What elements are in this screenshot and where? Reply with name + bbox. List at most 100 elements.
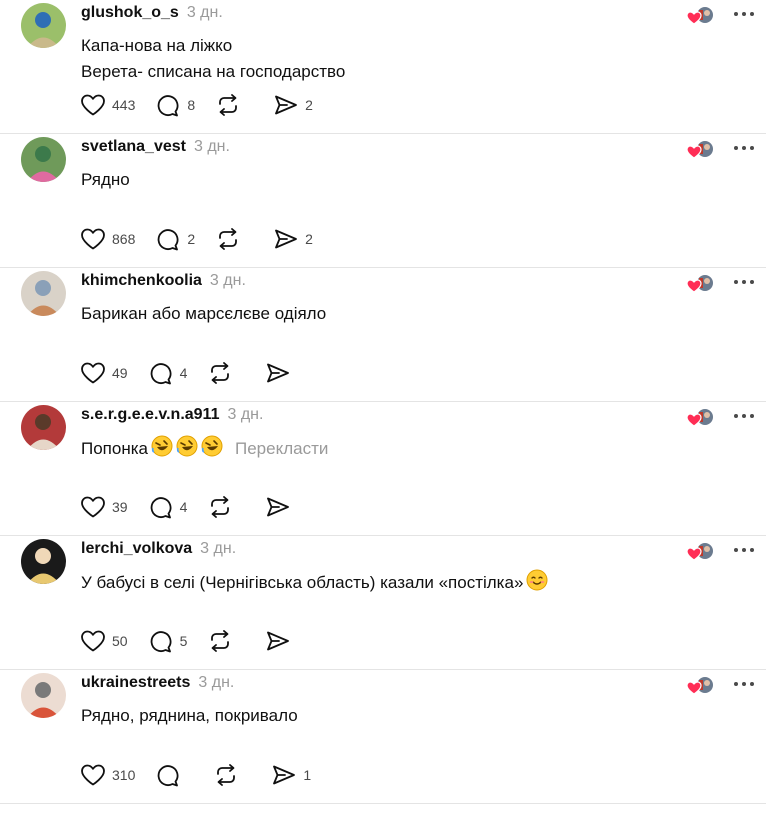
reply-button[interactable] bbox=[155, 763, 181, 787]
share-count: 2 bbox=[305, 231, 313, 247]
comment-post: glushok_o_s 3 дн. Капа-нова на ліжко Вере… bbox=[0, 0, 766, 134]
post-header: ukrainestreets 3 дн. bbox=[81, 674, 234, 692]
share-button[interactable] bbox=[265, 629, 291, 653]
share-button[interactable]: 1 bbox=[271, 763, 311, 787]
smiling-blush-emoji bbox=[526, 569, 548, 591]
comment-line-text: Рядно, ряднина, покривало bbox=[81, 706, 298, 725]
more-options-icon[interactable] bbox=[732, 140, 756, 156]
comment-line: Капа-нова на ліжко bbox=[81, 33, 345, 59]
share-button[interactable]: 2 bbox=[273, 227, 313, 251]
more-options-icon[interactable] bbox=[732, 274, 756, 290]
heart-icon bbox=[81, 764, 105, 786]
post-header: s.e.r.g.e.e.v.n.a911 3 дн. bbox=[81, 406, 263, 424]
heart-icon bbox=[81, 94, 105, 116]
more-options-icon[interactable] bbox=[732, 408, 756, 424]
heart-icon bbox=[81, 228, 105, 250]
translate-link[interactable]: Перекласти bbox=[235, 439, 328, 458]
username[interactable]: khimchenkoolia bbox=[81, 272, 202, 290]
more-options-icon[interactable] bbox=[732, 6, 756, 22]
reply-count: 5 bbox=[179, 633, 188, 649]
reply-count: 8 bbox=[187, 97, 196, 113]
share-button[interactable]: 2 bbox=[273, 93, 313, 117]
reply-button[interactable]: 4 bbox=[148, 361, 187, 385]
comment-post: svetlana_vest 3 дн. Рядно 868 2 2 bbox=[0, 134, 766, 268]
liked-by-author-badge bbox=[686, 408, 714, 428]
like-button[interactable]: 868 bbox=[80, 227, 135, 251]
post-header: glushok_o_s 3 дн. bbox=[81, 4, 223, 22]
comment-line-text: Верета- списана на господарство bbox=[81, 62, 346, 81]
comment-bubble-icon bbox=[150, 497, 171, 519]
comment-post: lerchi_volkova 3 дн. У бабусі в селі (Че… bbox=[0, 536, 766, 670]
username[interactable]: ukrainestreets bbox=[81, 674, 190, 692]
repost-icon bbox=[219, 94, 238, 116]
comment-feed: glushok_o_s 3 дн. Капа-нова на ліжко Вере… bbox=[0, 0, 766, 804]
comment-bubble-icon bbox=[150, 363, 171, 385]
avatar[interactable] bbox=[21, 539, 66, 584]
comment-line-text: Барикан або марсєлєве одіяло bbox=[81, 304, 327, 323]
repost-icon bbox=[211, 630, 230, 652]
repost-button[interactable] bbox=[207, 495, 233, 519]
like-count: 443 bbox=[112, 97, 136, 113]
like-count: 49 bbox=[112, 365, 128, 381]
timestamp: 3 дн. bbox=[200, 540, 237, 557]
comment-line-text: У бабусі в селі (Чернігівська область) к… bbox=[81, 573, 524, 592]
share-button[interactable] bbox=[265, 495, 291, 519]
comment-text: Барикан або марсєлєве одіяло bbox=[81, 301, 326, 327]
like-button[interactable]: 443 bbox=[80, 93, 135, 117]
comment-bubble-icon bbox=[158, 765, 179, 787]
action-bar: 868 2 2 bbox=[80, 226, 333, 252]
username[interactable]: svetlana_vest bbox=[81, 138, 186, 156]
liked-by-author-badge bbox=[686, 542, 714, 562]
username[interactable]: lerchi_volkova bbox=[81, 540, 192, 558]
comment-bubble-icon bbox=[158, 95, 179, 117]
comment-line: Попонка Перекласти bbox=[81, 435, 328, 462]
repost-button[interactable] bbox=[215, 227, 241, 251]
repost-icon bbox=[219, 228, 238, 250]
repost-button[interactable] bbox=[215, 93, 241, 117]
repost-icon bbox=[217, 764, 236, 786]
avatar[interactable] bbox=[21, 271, 66, 316]
timestamp: 3 дн. bbox=[209, 272, 246, 289]
reply-button[interactable]: 8 bbox=[155, 93, 195, 117]
avatar[interactable] bbox=[21, 673, 66, 718]
liked-by-author-badge bbox=[686, 274, 714, 294]
comment-bubble-icon bbox=[150, 631, 171, 653]
heart-icon bbox=[81, 362, 105, 384]
comment-line-text: Попонка bbox=[81, 439, 148, 458]
comment-text: Капа-нова на ліжко Верета- списана на гос… bbox=[81, 33, 345, 85]
more-options-icon[interactable] bbox=[732, 542, 756, 558]
comment-line: Барикан або марсєлєве одіяло bbox=[81, 301, 326, 327]
reply-button[interactable]: 5 bbox=[148, 629, 188, 653]
like-button[interactable]: 50 bbox=[80, 629, 128, 653]
username[interactable]: glushok_o_s bbox=[81, 4, 179, 22]
comment-bubble-icon bbox=[158, 229, 179, 251]
repost-button[interactable] bbox=[213, 763, 239, 787]
rofl-emoji bbox=[176, 435, 198, 457]
send-icon bbox=[267, 497, 290, 517]
reply-button[interactable]: 2 bbox=[155, 227, 195, 251]
timestamp: 3 дн. bbox=[193, 138, 230, 155]
liked-by-author-badge bbox=[686, 140, 714, 160]
avatar[interactable] bbox=[21, 137, 66, 182]
repost-icon bbox=[211, 362, 230, 384]
more-options-icon[interactable] bbox=[732, 676, 756, 692]
repost-button[interactable] bbox=[207, 361, 233, 385]
liked-by-author-badge bbox=[686, 6, 714, 26]
avatar[interactable] bbox=[21, 405, 66, 450]
like-button[interactable]: 39 bbox=[80, 495, 128, 519]
comment-text: У бабусі в селі (Чернігівська область) к… bbox=[81, 569, 548, 596]
avatar[interactable] bbox=[21, 3, 66, 48]
repost-button[interactable] bbox=[207, 629, 233, 653]
share-button[interactable] bbox=[265, 361, 291, 385]
send-icon bbox=[275, 229, 298, 249]
action-bar: 443 8 2 bbox=[80, 92, 333, 118]
like-button[interactable]: 49 bbox=[80, 361, 128, 385]
reply-count: 2 bbox=[187, 231, 196, 247]
like-button[interactable]: 310 bbox=[80, 763, 135, 787]
post-header: khimchenkoolia 3 дн. bbox=[81, 272, 246, 290]
comment-line-text: Рядно bbox=[81, 170, 130, 189]
reply-button[interactable]: 4 bbox=[148, 495, 187, 519]
comment-line: У бабусі в селі (Чернігівська область) к… bbox=[81, 569, 548, 596]
like-count: 39 bbox=[112, 499, 128, 515]
username[interactable]: s.e.r.g.e.e.v.n.a911 bbox=[81, 406, 219, 424]
